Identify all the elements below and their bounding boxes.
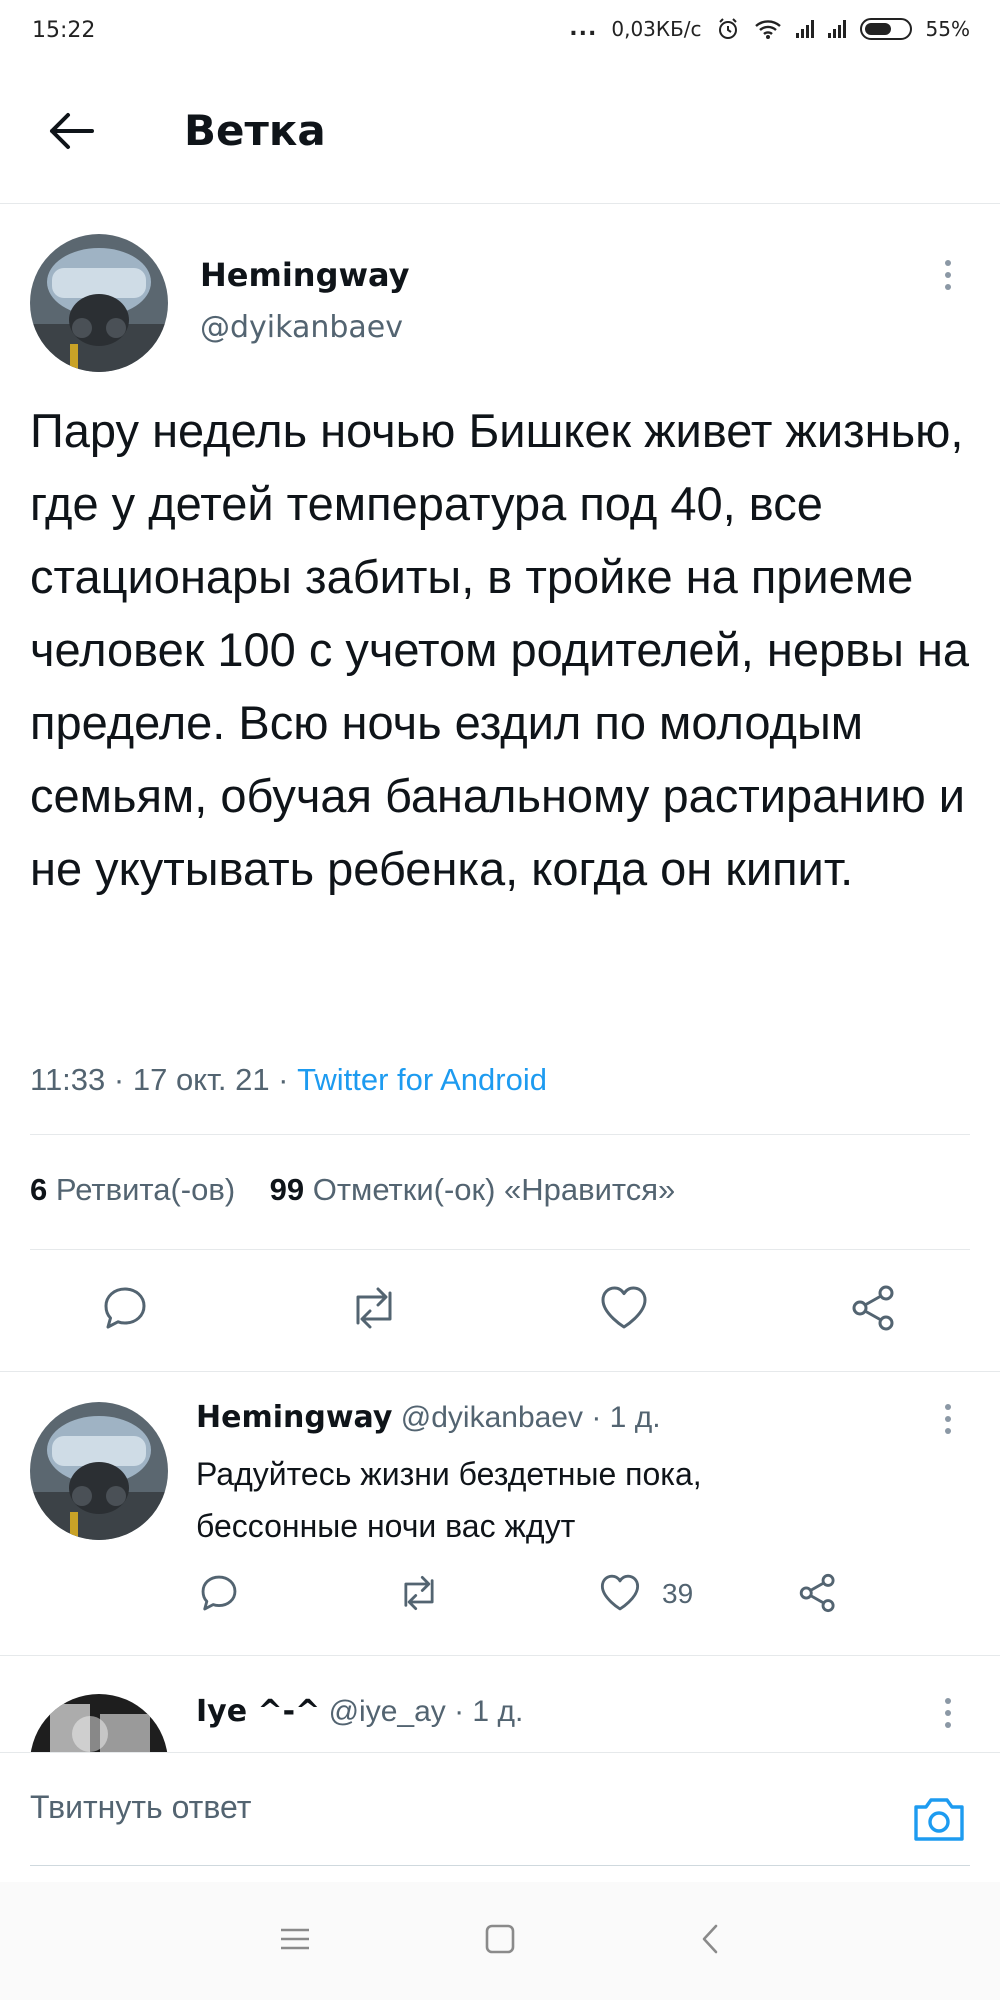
battery-icon bbox=[859, 17, 912, 40]
heart-icon[interactable] bbox=[598, 1283, 650, 1333]
more-options-icon[interactable] bbox=[938, 1698, 958, 1728]
divider bbox=[0, 1371, 1000, 1372]
share-icon[interactable] bbox=[848, 1283, 900, 1333]
reply-likes-count: 39 bbox=[662, 1578, 694, 1609]
wifi-icon bbox=[754, 19, 781, 39]
author-handle[interactable]: @dyikanbaev bbox=[200, 310, 403, 345]
menu-icon[interactable] bbox=[278, 1922, 312, 1956]
retweet-icon[interactable] bbox=[346, 1283, 402, 1333]
alarm-icon bbox=[718, 17, 737, 39]
status-icons: ... 0,03КБ/с 55% bbox=[569, 16, 970, 41]
notification-dots: ... bbox=[569, 16, 598, 41]
author-name[interactable]: Hemingway bbox=[200, 256, 410, 294]
reply-icon[interactable] bbox=[100, 1283, 150, 1333]
reply-icon[interactable] bbox=[198, 1572, 240, 1614]
app-header: Ветка bbox=[0, 62, 1000, 204]
signal-icon-1 bbox=[795, 19, 814, 38]
meta-separator: · bbox=[105, 1062, 133, 1097]
meta-separator: · bbox=[269, 1062, 298, 1097]
avatar[interactable] bbox=[30, 1694, 168, 1752]
likes-label: Отметки(-ок) «Нравится» bbox=[312, 1172, 676, 1207]
back-nav-icon[interactable] bbox=[698, 1922, 722, 1956]
status-time: 15:22 bbox=[32, 18, 96, 43]
tweet-date: 17 окт. 21 bbox=[132, 1062, 270, 1097]
reply-input[interactable]: Твитнуть ответ bbox=[30, 1789, 251, 1826]
back-button[interactable] bbox=[44, 106, 100, 156]
avatar[interactable] bbox=[30, 234, 168, 372]
page-title: Ветка bbox=[184, 106, 326, 155]
likes-count: 99 bbox=[269, 1172, 305, 1207]
avatar[interactable] bbox=[30, 1402, 168, 1540]
status-bar: 15:22 ... 0,03КБ/с 55% bbox=[0, 0, 1000, 62]
reply-header: Hemingway @dyikanbaev · 1 д. bbox=[196, 1400, 661, 1435]
reply-header: Iye ^-^ @iye_ay · 1 д. bbox=[196, 1694, 523, 1729]
arrow-left-icon bbox=[50, 113, 94, 149]
home-icon[interactable] bbox=[484, 1922, 516, 1956]
avatar-image bbox=[30, 1694, 168, 1752]
heart-icon[interactable] bbox=[598, 1572, 642, 1614]
reply-age: · 1 д. bbox=[591, 1401, 661, 1434]
more-options-icon[interactable] bbox=[938, 1404, 958, 1434]
system-nav-bar bbox=[0, 1882, 1000, 2000]
reply-author-handle[interactable]: @iye_ay bbox=[329, 1695, 446, 1728]
divider bbox=[30, 1865, 970, 1866]
avatar-image bbox=[30, 1402, 168, 1540]
retweet-icon[interactable] bbox=[396, 1572, 442, 1614]
retweets-stat[interactable]: 6 Ретвита(-ов) bbox=[30, 1172, 235, 1207]
reply-author-name[interactable]: Iye ^-^ bbox=[196, 1694, 320, 1729]
likes-stat[interactable]: 99 Отметки(-ок) «Нравится» bbox=[270, 1172, 676, 1207]
net-speed: 0,03КБ/с bbox=[611, 16, 702, 41]
avatar-image bbox=[30, 234, 168, 372]
tweet-actions bbox=[0, 1279, 1000, 1339]
signal-icon-2 bbox=[827, 19, 846, 38]
reply-text-line: бессонные ночи вас ждут bbox=[196, 1508, 576, 1544]
divider bbox=[30, 1134, 970, 1135]
reply-actions: 39 bbox=[0, 1568, 1000, 1618]
battery-percent: 55% bbox=[925, 16, 970, 41]
reply-author-handle[interactable]: @dyikanbaev bbox=[401, 1401, 583, 1434]
more-options-icon[interactable] bbox=[938, 260, 958, 290]
reply-tweet[interactable]: Iye ^-^ @iye_ay · 1 д. bbox=[0, 1656, 1000, 1752]
retweets-label: Ретвита(-ов) bbox=[55, 1172, 236, 1207]
tweet-time: 11:33 bbox=[30, 1062, 106, 1097]
reply-text: Радуйтесь жизни бездетные пока, бессонны… bbox=[196, 1448, 936, 1552]
reply-text-line: Радуйтесь жизни бездетные пока, bbox=[196, 1456, 702, 1492]
tweet-text: Пару недель ночью Бишкек живет жизнью, г… bbox=[30, 404, 970, 895]
reply-compose-bar: Твитнуть ответ bbox=[0, 1752, 1000, 1882]
divider bbox=[30, 1249, 970, 1250]
tweet-meta: 11:33 · 17 окт. 21 · Twitter for Android bbox=[30, 1062, 547, 1098]
tweet-source-link[interactable]: Twitter for Android bbox=[297, 1062, 547, 1097]
share-icon[interactable] bbox=[796, 1572, 840, 1614]
reply-age: · 1 д. bbox=[454, 1695, 524, 1728]
tweet-stats: 6 Ретвита(-ов) 99 Отметки(-ок) «Нравится… bbox=[30, 1172, 675, 1208]
reply-author-name[interactable]: Hemingway bbox=[196, 1400, 392, 1435]
camera-icon[interactable] bbox=[912, 1795, 966, 1843]
retweets-count: 6 bbox=[30, 1172, 48, 1207]
